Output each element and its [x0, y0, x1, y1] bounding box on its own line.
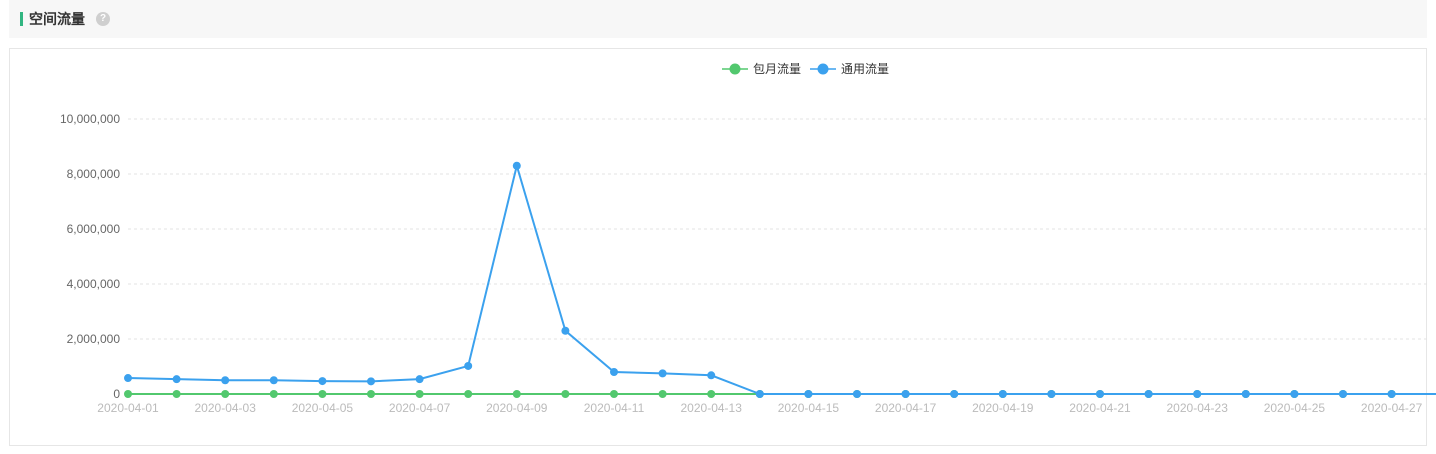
data-point[interactable]: [561, 390, 570, 398]
x-tick-label: 2020-04-23: [1167, 401, 1229, 415]
data-point[interactable]: [512, 390, 521, 398]
data-point[interactable]: [1290, 390, 1299, 398]
data-point[interactable]: [1047, 390, 1056, 398]
data-point[interactable]: [1144, 390, 1153, 398]
data-point[interactable]: [658, 369, 667, 378]
data-point[interactable]: [415, 375, 424, 384]
data-point[interactable]: [464, 361, 473, 370]
x-tick-label: 2020-04-01: [97, 401, 159, 415]
data-point[interactable]: [1193, 390, 1202, 398]
x-tick-label: 2020-04-15: [778, 401, 840, 415]
data-point[interactable]: [610, 368, 618, 376]
data-point[interactable]: [318, 390, 327, 398]
data-point[interactable]: [269, 390, 278, 398]
data-point[interactable]: [367, 377, 375, 386]
data-point[interactable]: [124, 374, 132, 383]
legend-label[interactable]: 通用流量: [841, 62, 889, 76]
y-tick-label: 10,000,000: [60, 112, 120, 126]
x-tick-label: 2020-04-05: [292, 401, 354, 415]
data-point[interactable]: [124, 390, 132, 398]
data-point[interactable]: [901, 390, 910, 398]
data-point[interactable]: [172, 375, 181, 384]
data-point[interactable]: [804, 390, 813, 398]
data-point[interactable]: [221, 376, 230, 385]
data-point[interactable]: [318, 377, 327, 386]
y-tick-label: 4,000,000: [67, 277, 121, 291]
data-point[interactable]: [221, 390, 230, 398]
data-point[interactable]: [464, 390, 473, 398]
data-point[interactable]: [610, 390, 618, 398]
data-point[interactable]: [415, 390, 424, 398]
legend-label[interactable]: 包月流量: [753, 62, 801, 76]
y-tick-label: 0: [113, 387, 120, 401]
x-tick-label: 2020-04-11: [584, 401, 645, 415]
data-point[interactable]: [269, 376, 278, 385]
x-tick-label: 2020-04-17: [875, 401, 937, 415]
x-tick-label: 2020-04-09: [486, 401, 548, 415]
data-point[interactable]: [1096, 390, 1104, 398]
data-point[interactable]: [998, 390, 1007, 398]
data-point[interactable]: [1339, 390, 1347, 398]
data-point[interactable]: [707, 390, 716, 398]
x-tick-label: 2020-04-19: [972, 401, 1034, 415]
series-line-1: [127, 161, 1436, 395]
x-tick-label: 2020-04-25: [1264, 401, 1326, 415]
y-tick-label: 6,000,000: [67, 222, 121, 236]
data-point[interactable]: [172, 390, 181, 398]
data-point[interactable]: [1387, 390, 1396, 398]
x-tick-label: 2020-04-27: [1361, 401, 1423, 415]
x-tick-label: 2020-04-13: [681, 401, 743, 415]
data-point[interactable]: [950, 390, 959, 398]
legend-marker[interactable]: [729, 63, 741, 75]
legend-marker[interactable]: [817, 63, 829, 75]
y-tick-label: 2,000,000: [67, 332, 121, 346]
data-point[interactable]: [853, 390, 861, 398]
data-point[interactable]: [561, 326, 570, 335]
x-tick-label: 2020-04-21: [1069, 401, 1131, 415]
data-point[interactable]: [512, 161, 521, 170]
x-tick-label: 2020-04-03: [195, 401, 257, 415]
data-point[interactable]: [658, 390, 667, 398]
data-point[interactable]: [1241, 390, 1250, 398]
x-tick-label: 2020-04-07: [389, 401, 451, 415]
data-point[interactable]: [755, 390, 764, 398]
data-point[interactable]: [707, 371, 716, 380]
data-point[interactable]: [367, 390, 375, 398]
traffic-line-chart: 0 2,000,000 4,000,000 6,000,000 8,000,000 10,…: [60, 62, 1436, 415]
y-tick-label: 8,000,000: [67, 167, 121, 181]
